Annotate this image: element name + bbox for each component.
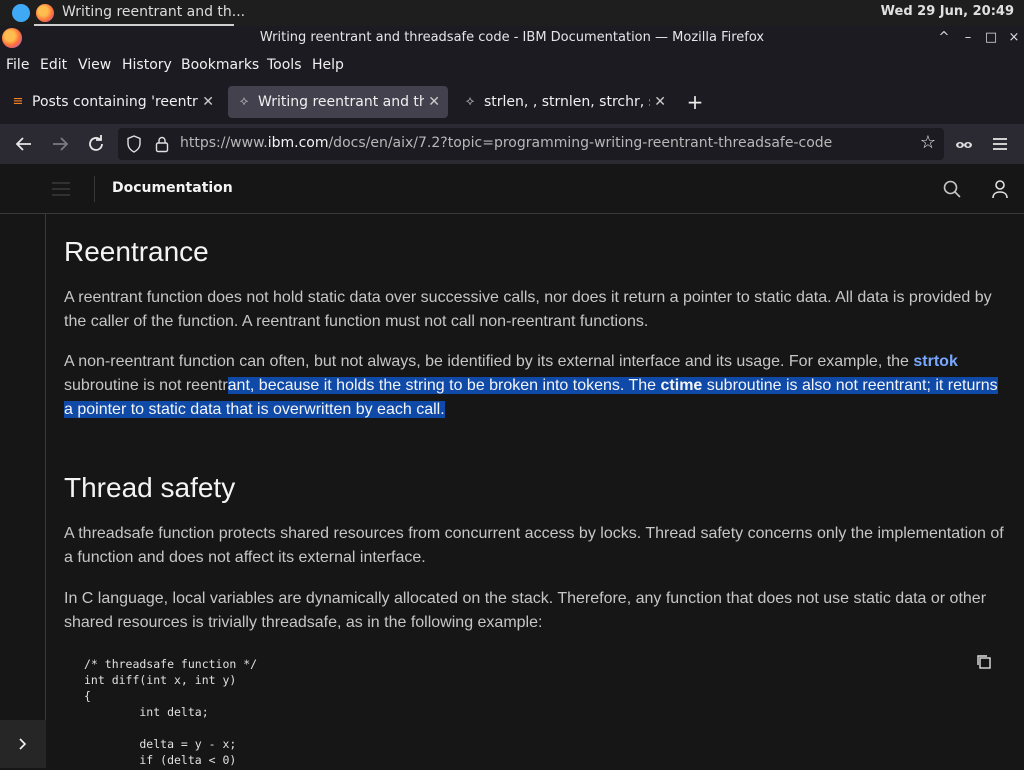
side-menu-icon[interactable] bbox=[50, 180, 72, 198]
user-icon[interactable] bbox=[990, 179, 1010, 199]
tab-strlen[interactable]: ⟡ strlen, , strnlen, strchr, st ✕ bbox=[454, 86, 674, 118]
tab-writing-reentrant[interactable]: ⟡ Writing reentrant and thr ✕ bbox=[228, 86, 448, 118]
task-title[interactable]: Writing reentrant and th... bbox=[62, 4, 245, 20]
paragraph-reentrant-definition: A reentrant function does not hold stati… bbox=[64, 289, 992, 330]
private-browsing-mask-icon[interactable] bbox=[952, 132, 976, 156]
tab-close-icon[interactable]: ✕ bbox=[428, 86, 440, 118]
tab-bar: ≡ Posts containing 'reentra ✕ ⟡ Writing … bbox=[0, 80, 1024, 124]
url-text[interactable]: https://www.ibm.com/docs/en/aix/7.2?topi… bbox=[180, 135, 832, 151]
paragraph-c-language: In C language, local variables are dynam… bbox=[64, 590, 987, 631]
window-close-button[interactable]: × bbox=[1004, 26, 1024, 50]
chevron-right-icon bbox=[19, 738, 27, 750]
firefox-task-icon[interactable] bbox=[36, 4, 54, 22]
heading-reentrance: Reentrance bbox=[64, 236, 209, 267]
menu-file[interactable]: File bbox=[6, 57, 29, 73]
menu-help[interactable]: Help bbox=[312, 57, 344, 73]
system-top-bar: Writing reentrant and th... Wed 29 Jun, … bbox=[0, 0, 1024, 26]
firefox-logo-icon bbox=[2, 28, 22, 48]
menu-bookmarks[interactable]: Bookmarks bbox=[181, 57, 259, 73]
left-navigation-rail bbox=[0, 214, 46, 768]
new-tab-button[interactable]: + bbox=[684, 86, 706, 118]
url-prefix: https://www. bbox=[180, 135, 268, 151]
text-span: A non-reentrant function can often, but … bbox=[64, 353, 914, 370]
menu-edit[interactable]: Edit bbox=[40, 57, 67, 73]
url-path: /docs/en/aix/7.2?topic=programming-writi… bbox=[328, 135, 833, 151]
header-divider bbox=[94, 176, 95, 202]
menu-bar: File Edit View History Bookmarks Tools H… bbox=[0, 50, 1024, 80]
forward-arrow-icon bbox=[53, 137, 69, 151]
reload-button[interactable] bbox=[84, 132, 108, 156]
window-maximize-button[interactable]: □ bbox=[981, 26, 1001, 50]
forward-button[interactable] bbox=[48, 132, 72, 156]
search-icon[interactable] bbox=[942, 179, 962, 199]
stackexchange-icon: ≡ bbox=[12, 94, 24, 109]
paragraph-threadsafe-definition: A threadsafe function protects shared re… bbox=[64, 525, 1004, 566]
address-bar[interactable]: https://www.ibm.com/docs/en/aix/7.2?topi… bbox=[118, 128, 944, 160]
strtok-link[interactable]: strtok bbox=[913, 353, 957, 370]
ibm-icon: ⟡ bbox=[239, 94, 249, 109]
hamburger-icon bbox=[993, 138, 1007, 150]
window-shade-button[interactable]: ^ bbox=[934, 26, 954, 50]
lock-icon[interactable] bbox=[154, 135, 170, 153]
web-page: Documentation Reentrance A reentrant fun… bbox=[0, 164, 1024, 768]
bookmark-star-icon[interactable]: ☆ bbox=[920, 132, 936, 153]
ibm-icon: ⟡ bbox=[465, 94, 475, 109]
ctime-keyword: ctime bbox=[660, 377, 703, 394]
window-title-bar: Writing reentrant and threadsafe code - … bbox=[0, 26, 1024, 50]
ibm-docs-header: Documentation bbox=[0, 164, 1024, 214]
tab-label: strlen, , strnlen, strchr, st bbox=[484, 94, 650, 110]
window-minimize-button[interactable]: – bbox=[958, 26, 978, 50]
menu-history[interactable]: History bbox=[122, 57, 172, 73]
clock[interactable]: Wed 29 Jun, 20:49 bbox=[881, 4, 1014, 19]
app-launcher-icon[interactable] bbox=[12, 4, 30, 22]
menu-view[interactable]: View bbox=[78, 57, 111, 73]
menu-tools[interactable]: Tools bbox=[267, 57, 302, 73]
copy-icon[interactable] bbox=[976, 654, 992, 670]
back-button[interactable] bbox=[12, 132, 36, 156]
text-span: subroutine is not reentr bbox=[64, 377, 228, 394]
tab-posts[interactable]: ≡ Posts containing 'reentra ✕ bbox=[2, 86, 222, 118]
paragraph-non-reentrant: A non-reentrant function can often, but … bbox=[64, 350, 1009, 422]
tab-close-icon[interactable]: ✕ bbox=[202, 86, 214, 118]
navigation-toolbar: https://www.ibm.com/docs/en/aix/7.2?topi… bbox=[0, 124, 1024, 164]
code-example[interactable]: /* threadsafe function */ int diff(int x… bbox=[84, 656, 257, 768]
tab-label: Posts containing 'reentra bbox=[32, 94, 198, 110]
tab-label: Writing reentrant and thr bbox=[258, 94, 424, 110]
documentation-title[interactable]: Documentation bbox=[112, 180, 233, 196]
url-domain: ibm.com bbox=[267, 135, 329, 151]
text-span: ant, because it holds the string to be b… bbox=[227, 377, 661, 394]
heading-thread-safety: Thread safety bbox=[64, 472, 236, 503]
tracking-protection-shield-icon[interactable] bbox=[126, 135, 142, 153]
back-arrow-icon bbox=[15, 137, 31, 151]
app-menu-button[interactable] bbox=[988, 132, 1012, 156]
expand-toc-button[interactable] bbox=[0, 720, 46, 768]
tab-close-icon[interactable]: ✕ bbox=[654, 86, 666, 118]
reload-icon bbox=[89, 135, 103, 151]
window-title: Writing reentrant and threadsafe code - … bbox=[259, 30, 765, 45]
